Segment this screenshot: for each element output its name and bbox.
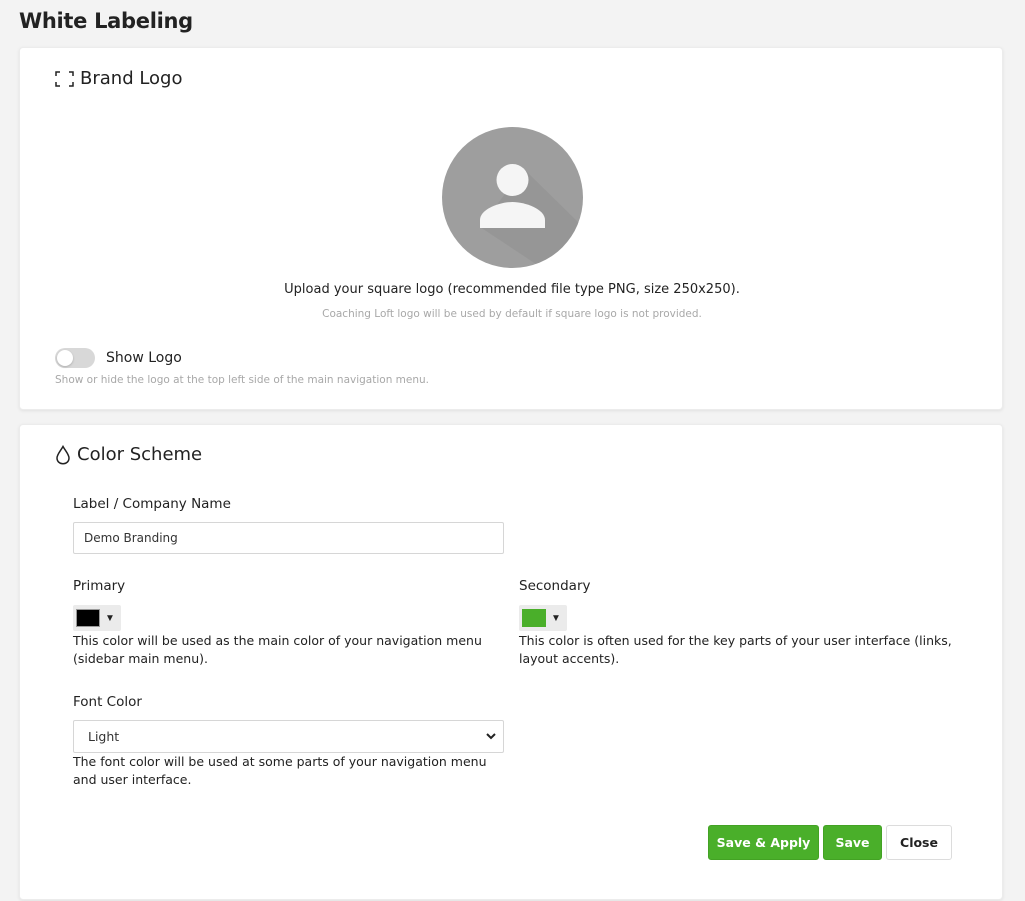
secondary-color-picker[interactable]: ▼ [519, 605, 567, 631]
save-button[interactable]: Save [823, 825, 882, 860]
font-color-value: Light [88, 729, 120, 744]
color-scheme-title: Color Scheme [77, 444, 203, 465]
brand-logo-title: Brand Logo [80, 68, 183, 89]
show-logo-toggle[interactable] [55, 348, 95, 368]
color-scheme-card: Color Scheme Label / Company Name Primar… [19, 424, 1003, 900]
show-logo-hint: Show or hide the logo at the top left si… [55, 374, 430, 386]
color-scheme-heading: Color Scheme [55, 444, 202, 465]
caret-down-icon: ▼ [551, 612, 561, 624]
brand-logo-card: Brand Logo Upload your square logo (reco… [19, 47, 1003, 410]
secondary-label: Secondary [519, 578, 591, 594]
company-name-label: Label / Company Name [73, 496, 231, 512]
primary-color-picker[interactable]: ▼ [73, 605, 121, 631]
caret-down-icon: ▼ [105, 612, 115, 624]
brand-logo-heading: Brand Logo [55, 68, 183, 89]
primary-label: Primary [73, 578, 126, 594]
upload-hint: Coaching Loft logo will be used by defau… [322, 308, 702, 320]
secondary-description: This color is often used for the key par… [519, 633, 952, 666]
secondary-color-swatch [522, 609, 546, 627]
font-color-select[interactable]: Light [73, 720, 504, 753]
page-title: White Labeling [19, 9, 193, 33]
crop-frame-icon [55, 70, 74, 87]
primary-color-swatch [76, 609, 100, 627]
save-apply-button[interactable]: Save & Apply [708, 825, 819, 860]
chevron-down-icon [485, 730, 497, 745]
show-logo-label: Show Logo [106, 350, 182, 366]
company-name-input[interactable] [73, 522, 504, 554]
font-color-label: Font Color [73, 694, 142, 710]
droplet-icon [55, 444, 71, 465]
close-button[interactable]: Close [886, 825, 952, 860]
toggle-knob [57, 350, 73, 366]
primary-description: This color will be used as the main colo… [73, 633, 482, 666]
upload-instructions: Upload your square logo (recommended fil… [284, 282, 740, 297]
user-placeholder-icon[interactable] [442, 127, 583, 268]
font-color-description: The font color will be used at some part… [73, 754, 487, 787]
